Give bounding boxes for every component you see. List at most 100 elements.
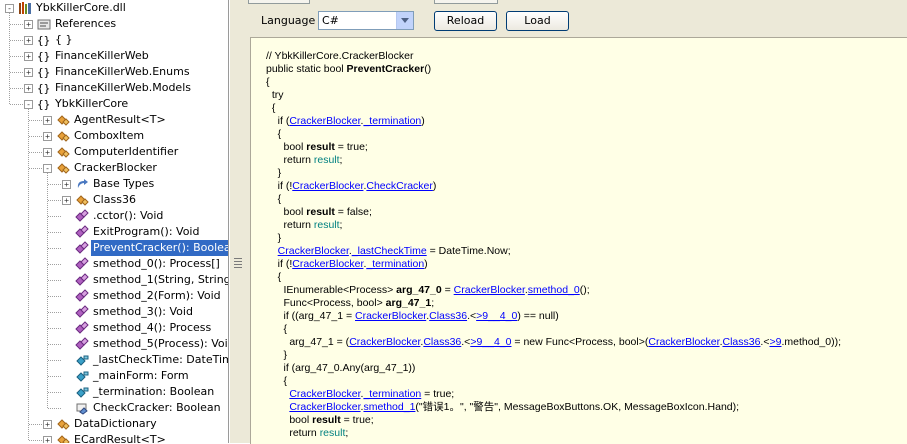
code-link[interactable]: Class36 xyxy=(722,336,760,348)
expand-icon[interactable]: + xyxy=(43,436,52,443)
tree-node-financekillerweb-models[interactable]: + {} FinanceKillerWeb.Models xyxy=(0,80,228,96)
tree-node-smethod-1-string-string-m[interactable]: smethod_1(String, String, M xyxy=(0,272,228,288)
tree-node-mainform-form[interactable]: _mainForm: Form xyxy=(0,368,228,384)
tree-node-comboxitem[interactable]: + ComboxItem xyxy=(0,128,228,144)
tree-node-ecardresult-t[interactable]: + ECardResult<T> xyxy=(0,432,228,443)
reload-button[interactable]: Reload xyxy=(434,11,497,31)
tree-node-smethod-5-process-void[interactable]: smethod_5(Process): Void xyxy=(0,336,228,352)
tree-guide-line xyxy=(48,264,61,265)
code-line: public static bool PreventCracker() xyxy=(266,63,431,76)
svg-text:{}: {} xyxy=(37,50,50,63)
tree-node-base-types[interactable]: + Base Types xyxy=(0,176,228,192)
code-line: } xyxy=(266,167,282,180)
expand-icon[interactable]: + xyxy=(43,116,52,125)
tree-node-[interactable]: + {} { } xyxy=(0,32,228,48)
collapse-icon[interactable]: - xyxy=(24,100,33,109)
expand-icon[interactable]: + xyxy=(43,148,52,157)
code-text: IEnumerable<Process> xyxy=(266,284,397,296)
code-link[interactable]: CrackerBlocker xyxy=(289,388,360,400)
collapse-icon[interactable]: - xyxy=(43,164,52,173)
code-link[interactable]: _termination xyxy=(366,258,424,270)
tree-node-crackerblocker[interactable]: - CrackerBlocker xyxy=(0,160,228,176)
tree-node-preventcracker-boolean[interactable]: PreventCracker(): Boolean xyxy=(0,240,228,256)
tree-node-computeridentifier[interactable]: + ComputerIdentifier xyxy=(0,144,228,160)
code-text: () xyxy=(424,63,432,75)
code-text: { xyxy=(266,128,282,140)
tree-node-exitprogram-void[interactable]: ExitProgram(): Void xyxy=(0,224,228,240)
code-link[interactable]: CrackerBlocker xyxy=(349,336,420,348)
code-link[interactable]: CrackerBlocker xyxy=(292,258,363,270)
references-folder-icon xyxy=(37,17,51,31)
tree-node-cctor-void[interactable]: .cctor(): Void xyxy=(0,208,228,224)
tab-stub[interactable] xyxy=(248,0,310,4)
tree-node-termination-boolean[interactable]: _termination: Boolean xyxy=(0,384,228,400)
code-text: ) xyxy=(424,258,428,270)
panel-splitter[interactable] xyxy=(229,0,248,443)
code-link[interactable]: >9__4_0 xyxy=(476,310,517,322)
code-link[interactable]: _lastCheckTime xyxy=(352,245,427,257)
tree-node-financekillerweb[interactable]: + {} FinanceKillerWeb xyxy=(0,48,228,64)
code-link[interactable]: CrackerBlocker xyxy=(355,310,426,322)
tree-node-financekillerweb-enums[interactable]: + {} FinanceKillerWeb.Enums xyxy=(0,64,228,80)
expand-icon[interactable]: + xyxy=(43,420,52,429)
code-view[interactable]: // YbkKillerCore.CrackerBlocker public st… xyxy=(250,37,907,444)
expand-icon[interactable]: + xyxy=(24,20,33,29)
code-link[interactable]: CheckCracker xyxy=(366,180,433,192)
expand-icon[interactable]: + xyxy=(24,68,33,77)
code-text: { xyxy=(266,193,282,205)
code-link[interactable]: CrackerBlocker xyxy=(292,180,363,192)
tree-node-smethod-2-form-void[interactable]: smethod_2(Form): Void xyxy=(0,288,228,304)
code-link[interactable]: CrackerBlocker xyxy=(289,115,360,127)
code-link[interactable]: CrackerBlocker xyxy=(289,401,360,413)
code-link[interactable]: _termination xyxy=(363,388,421,400)
tree-node-smethod-0-process[interactable]: smethod_0(): Process[] xyxy=(0,256,228,272)
code-text: if (! xyxy=(266,180,293,192)
tree-node-label: DataDictionary xyxy=(74,417,157,430)
tree-node-agentresult-t[interactable]: + AgentResult<T> xyxy=(0,112,228,128)
expand-icon[interactable]: + xyxy=(24,36,33,45)
property-icon xyxy=(75,401,89,415)
splitter-grip-icon[interactable] xyxy=(234,258,242,270)
code-text: .< xyxy=(461,336,471,348)
tree-node-smethod-4-process[interactable]: smethod_4(): Process xyxy=(0,320,228,336)
code-link[interactable]: CrackerBlocker xyxy=(454,284,525,296)
expand-icon[interactable]: + xyxy=(43,132,52,141)
expand-icon[interactable]: + xyxy=(62,180,71,189)
tree-node-datadictionary[interactable]: + DataDictionary xyxy=(0,416,228,432)
language-label: Language xyxy=(261,14,316,27)
assembly-browser-tree[interactable]: - YbkKillerCore.dll + References +{}{ } +{} Fi… xyxy=(0,0,229,443)
code-line: arg_47_1 = (CrackerBlocker.Class36.<>9__… xyxy=(266,336,841,349)
tree-node-smethod-3-void[interactable]: smethod_3(): Void xyxy=(0,304,228,320)
method-icon xyxy=(75,241,89,255)
language-select[interactable]: C# xyxy=(318,11,414,30)
code-link[interactable]: CrackerBlocker xyxy=(278,245,349,257)
code-text: { xyxy=(266,323,288,335)
code-text: return xyxy=(266,427,320,439)
tree-node-label: smethod_5(Process): Void xyxy=(93,337,229,350)
code-link[interactable]: >9__4_0 xyxy=(470,336,511,348)
code-link[interactable]: CrackerBlocker xyxy=(648,336,719,348)
code-link[interactable]: Class36 xyxy=(429,310,467,322)
chevron-down-icon[interactable] xyxy=(396,12,413,29)
tree-node-references[interactable]: + References xyxy=(0,16,228,32)
code-line: if (CrackerBlocker._termination) xyxy=(266,115,425,128)
code-link[interactable]: >9 xyxy=(769,336,781,348)
tree-node-lastchecktime-datetime[interactable]: _lastCheckTime: DateTime xyxy=(0,352,228,368)
tree-node-class36[interactable]: + Class36 xyxy=(0,192,228,208)
tree-node-ybkkillercore[interactable]: -{} YbkKillerCore xyxy=(0,96,228,112)
load-button[interactable]: Load xyxy=(506,11,569,31)
code-link[interactable]: smethod_0 xyxy=(528,284,580,296)
method-icon xyxy=(75,257,89,271)
code-link[interactable]: Class36 xyxy=(423,336,461,348)
collapse-icon[interactable]: - xyxy=(5,4,14,13)
expand-icon[interactable]: + xyxy=(24,52,33,61)
tab-stub[interactable] xyxy=(434,0,498,4)
code-line: return result; xyxy=(266,427,348,440)
tree-node-ybkkillercore-dll[interactable]: - YbkKillerCore.dll xyxy=(0,0,228,16)
expand-icon[interactable]: + xyxy=(24,84,33,93)
code-link[interactable]: _termination xyxy=(363,115,421,127)
namespace-icon: {} xyxy=(37,65,51,79)
tree-node-checkcracker-boolean[interactable]: CheckCracker: Boolean xyxy=(0,400,228,416)
expand-icon[interactable]: + xyxy=(62,196,71,205)
code-link[interactable]: smethod_1 xyxy=(363,401,415,413)
